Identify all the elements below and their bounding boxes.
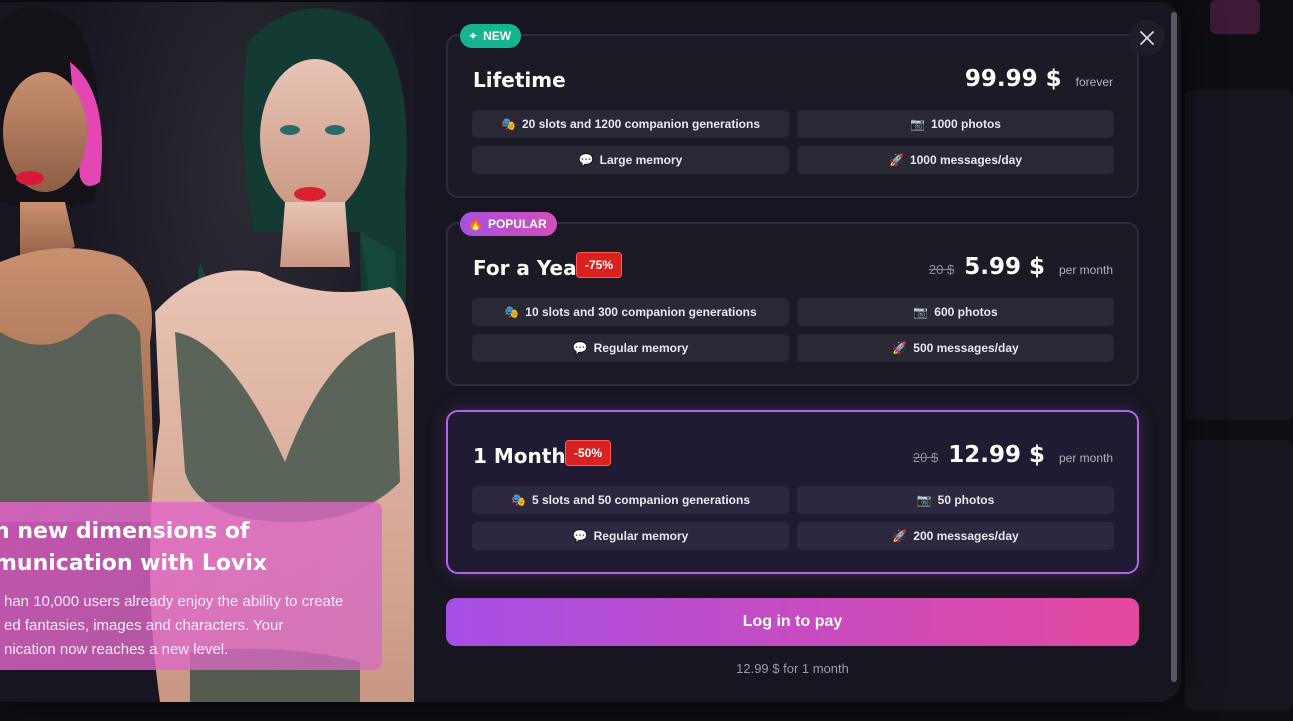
rocket-icon: 🚀	[892, 529, 908, 543]
price: 12.99 $	[948, 442, 1045, 468]
badge-label: POPULAR	[487, 217, 547, 231]
hero-panel: n new dimensions of munication with Lovi…	[0, 2, 414, 702]
rocket-icon: 🚀	[892, 341, 908, 355]
price-period: forever	[1075, 75, 1113, 89]
chat-icon: 💬	[572, 341, 588, 355]
masks-icon: 🎭	[504, 305, 520, 319]
fire-icon: 🔥	[468, 217, 483, 231]
feature-photos: 📷 50 photos	[797, 486, 1114, 514]
chat-icon: 💬	[572, 529, 588, 543]
discount-badge: -50%	[565, 440, 612, 466]
price-period: per month	[1058, 451, 1113, 465]
masks-icon: 🎭	[500, 117, 516, 131]
promo-card: n new dimensions of munication with Lovi…	[0, 502, 382, 670]
plan-card-year[interactable]: 🔥 POPULAR For a Year -75% 20 $ 5.99 $ pe…	[446, 212, 1139, 386]
promo-title: n new dimensions of munication with Lovi…	[0, 519, 268, 576]
feature-label: 500 messages/day	[913, 341, 1019, 355]
feature-label: 10 slots and 300 companion generations	[525, 305, 757, 319]
feature-memory: 💬 Regular memory	[472, 334, 789, 362]
pricing-modal: n new dimensions of munication with Lovi…	[0, 2, 1181, 702]
feature-label: 600 photos	[934, 305, 998, 319]
background-element	[1210, 0, 1260, 34]
feature-label: 200 messages/day	[913, 529, 1019, 543]
background-card	[1185, 90, 1293, 420]
feature-label: Regular memory	[593, 529, 689, 543]
price: 5.99 $	[964, 254, 1045, 280]
price-block: 20 $ 5.99 $ per month	[929, 254, 1113, 280]
feature-label: 1000 messages/day	[909, 153, 1023, 167]
discount-badge: -75%	[576, 252, 623, 278]
feature-memory: 💬 Regular memory	[472, 522, 789, 550]
badge-label: NEW	[483, 29, 512, 43]
feature-slots: 🎭 20 slots and 1200 companion generation…	[472, 110, 789, 138]
feature-messages: 🚀 500 messages/day	[797, 334, 1114, 362]
feature-messages: 🚀 200 messages/day	[797, 522, 1114, 550]
masks-icon: 🎭	[510, 493, 526, 507]
plan-name: Lifetime	[473, 68, 566, 92]
price: 99.99 $	[964, 66, 1062, 92]
plan-card-lifetime[interactable]: ✦ NEW Lifetime 99.99 $ forever 🎭 20 slot…	[446, 24, 1139, 198]
feature-label: Large memory	[599, 153, 683, 167]
feature-photos: 📷 600 photos	[797, 298, 1114, 326]
close-button[interactable]	[1129, 20, 1165, 56]
popular-badge: 🔥 POPULAR	[460, 212, 557, 236]
price-block: 20 $ 12.99 $ per month	[913, 442, 1113, 468]
camera-icon: 📷	[910, 117, 925, 131]
rocket-icon: 🚀	[888, 153, 904, 167]
camera-icon: 📷	[913, 305, 929, 319]
feature-label: 5 slots and 50 companion generations	[531, 493, 750, 507]
camera-icon: 📷	[916, 493, 932, 507]
feature-label: 50 photos	[937, 493, 995, 507]
price-block: 99.99 $ forever	[965, 66, 1113, 92]
scrollbar[interactable]	[1171, 12, 1177, 682]
feature-label: 20 slots and 1200 companion generations	[521, 117, 761, 131]
feature-photos: 📷 1000 photos	[797, 110, 1114, 138]
plan-name: 1 Month	[473, 444, 566, 468]
feature-slots: 🎭 10 slots and 300 companion generations	[472, 298, 789, 326]
old-price: 20 $	[912, 450, 939, 465]
chat-icon: 💬	[578, 153, 594, 167]
old-price: 20 $	[928, 262, 955, 277]
feature-messages: 🚀 1000 messages/day	[797, 146, 1114, 174]
feature-label: 1000 photos	[930, 117, 1001, 131]
sparkle-icon: ✦	[468, 29, 479, 43]
background-card	[1185, 440, 1293, 710]
feature-slots: 🎭 5 slots and 50 companion generations	[472, 486, 789, 514]
plan-card-month[interactable]: 1 Month -50% 20 $ 12.99 $ per month 🎭 5 …	[446, 410, 1139, 574]
plan-name: For a Year	[473, 256, 587, 280]
close-icon	[1140, 31, 1154, 45]
feature-label: Regular memory	[593, 341, 689, 355]
log-in-to-pay-button[interactable]: Log in to pay	[446, 598, 1139, 646]
payment-summary: 12.99 $ for 1 month	[736, 661, 849, 676]
new-badge: ✦ NEW	[460, 24, 522, 48]
feature-memory: 💬 Large memory	[472, 146, 789, 174]
promo-text: han 10,000 users already enjoy the abili…	[4, 593, 344, 658]
price-period: per month	[1058, 263, 1113, 277]
